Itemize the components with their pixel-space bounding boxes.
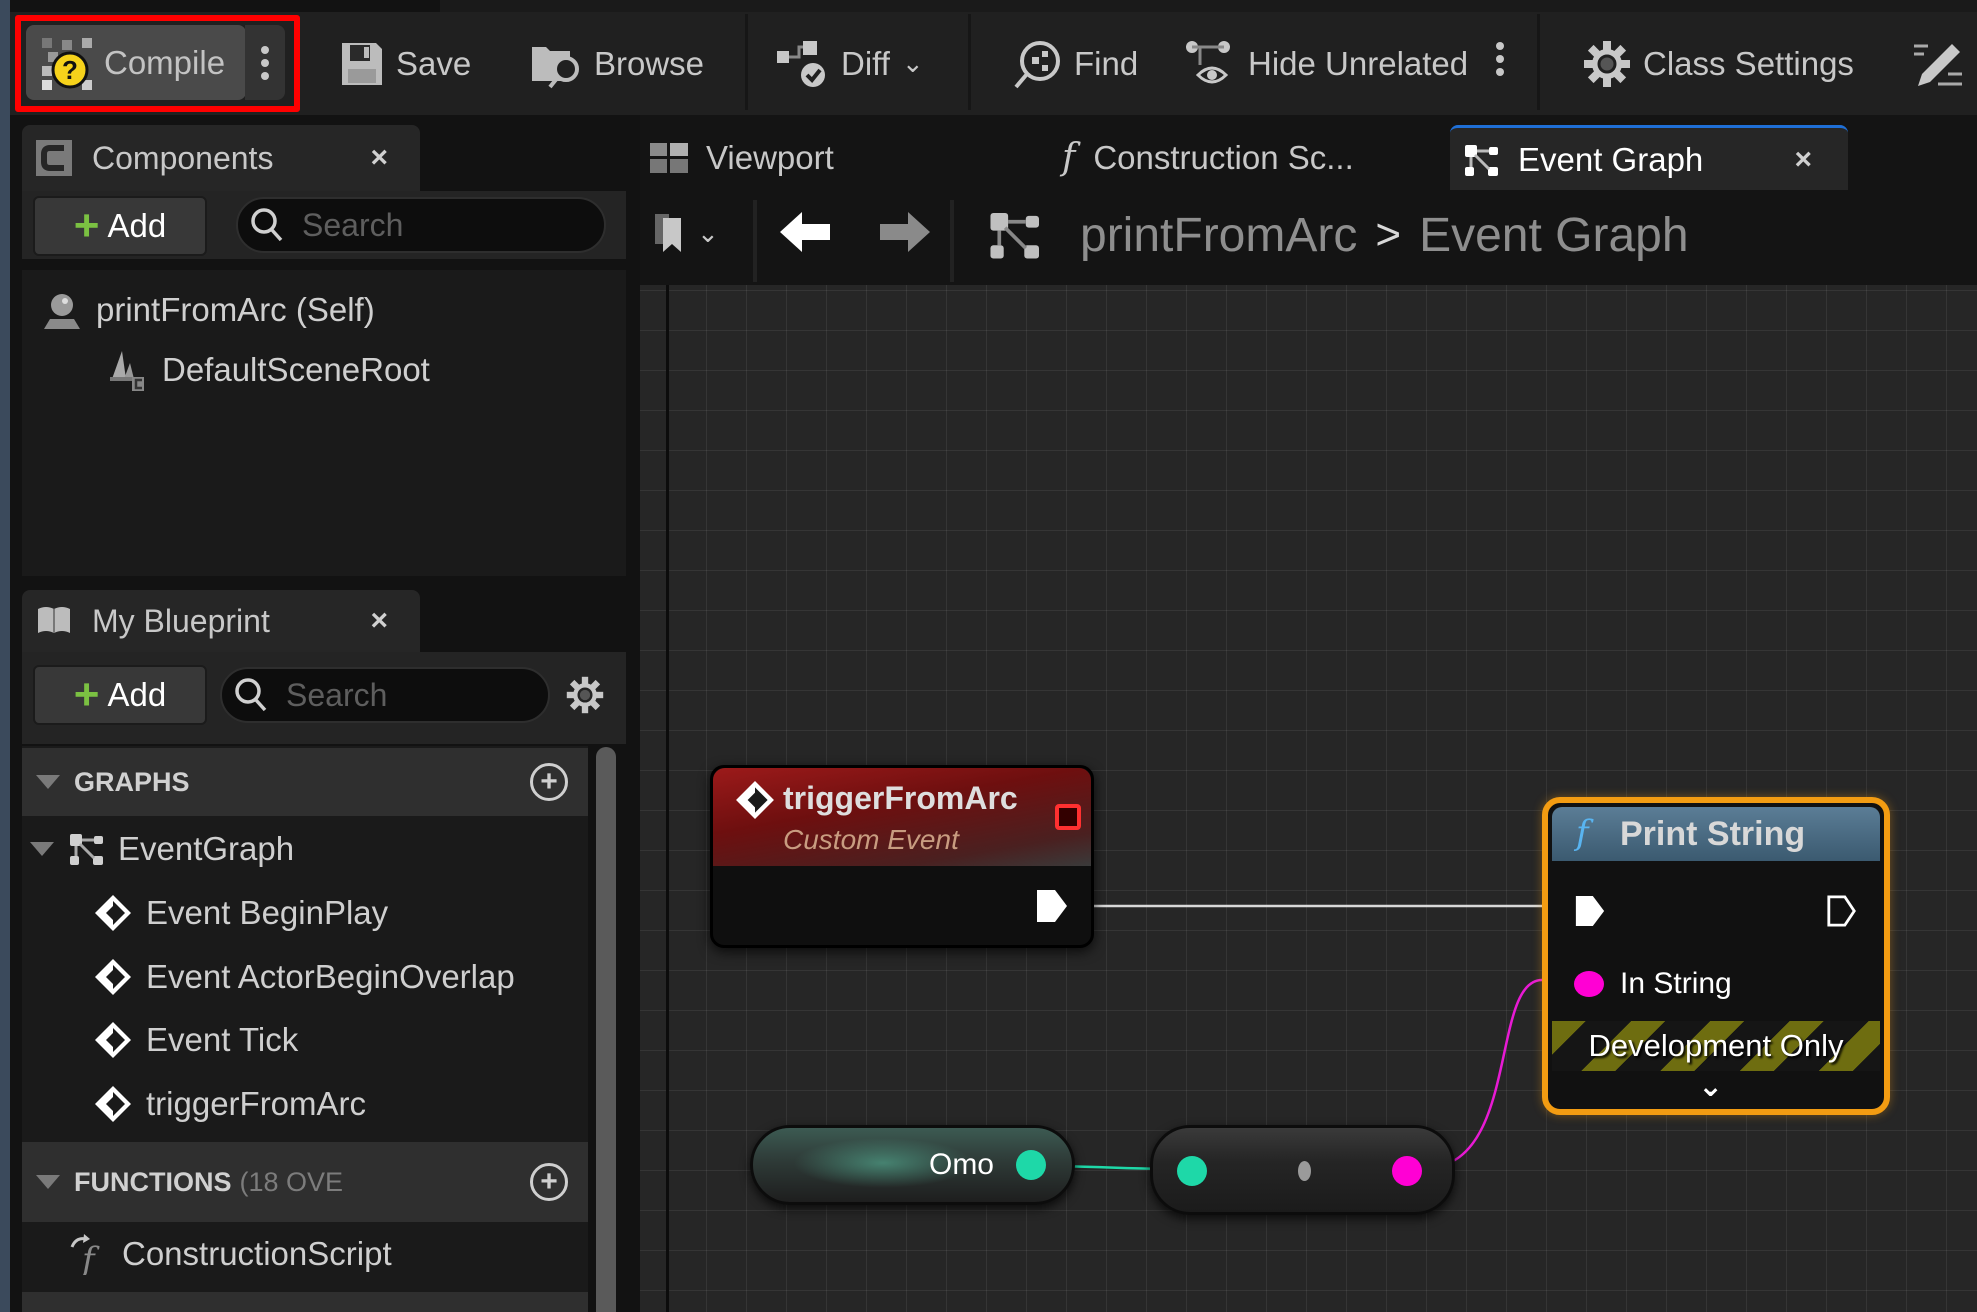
- variable-get-node-omo[interactable]: Omo: [750, 1125, 1075, 1205]
- pin-label: In String: [1620, 967, 1732, 1000]
- conversion-output-pin[interactable]: [1392, 1156, 1422, 1186]
- delegate-pin[interactable]: [1055, 804, 1081, 830]
- exec-output-pin[interactable]: [1826, 893, 1858, 929]
- conversion-node[interactable]: [1150, 1125, 1455, 1215]
- expand-chevron-icon[interactable]: ⌄: [1698, 1069, 1723, 1104]
- in-string-pin-row[interactable]: In String: [1574, 967, 1732, 1001]
- variable-name: Omo: [928, 1148, 994, 1181]
- development-only-banner: Development Only: [1552, 1021, 1880, 1071]
- banner-label: Development Only: [1588, 1028, 1844, 1063]
- node-subtitle: Custom Event: [783, 824, 959, 855]
- conversion-input-pin[interactable]: [1177, 1156, 1207, 1186]
- variable-output-pin[interactable]: [1016, 1150, 1046, 1180]
- event-diamond-icon: [736, 781, 774, 819]
- graph-wires: [1037, 904, 1543, 1171]
- node-title: triggerFromArc: [783, 780, 1018, 816]
- custom-event-node[interactable]: triggerFromArc Custom Event: [710, 765, 1094, 948]
- conversion-icon: [1298, 1161, 1311, 1181]
- exec-output-pin[interactable]: [1035, 888, 1069, 924]
- print-string-node[interactable]: f Print String In String Development Onl…: [1542, 797, 1890, 1115]
- node-title: Print String: [1620, 815, 1806, 853]
- string-pin-icon: [1574, 971, 1604, 997]
- function-icon: f: [1576, 813, 1589, 853]
- exec-input-pin[interactable]: [1574, 893, 1606, 929]
